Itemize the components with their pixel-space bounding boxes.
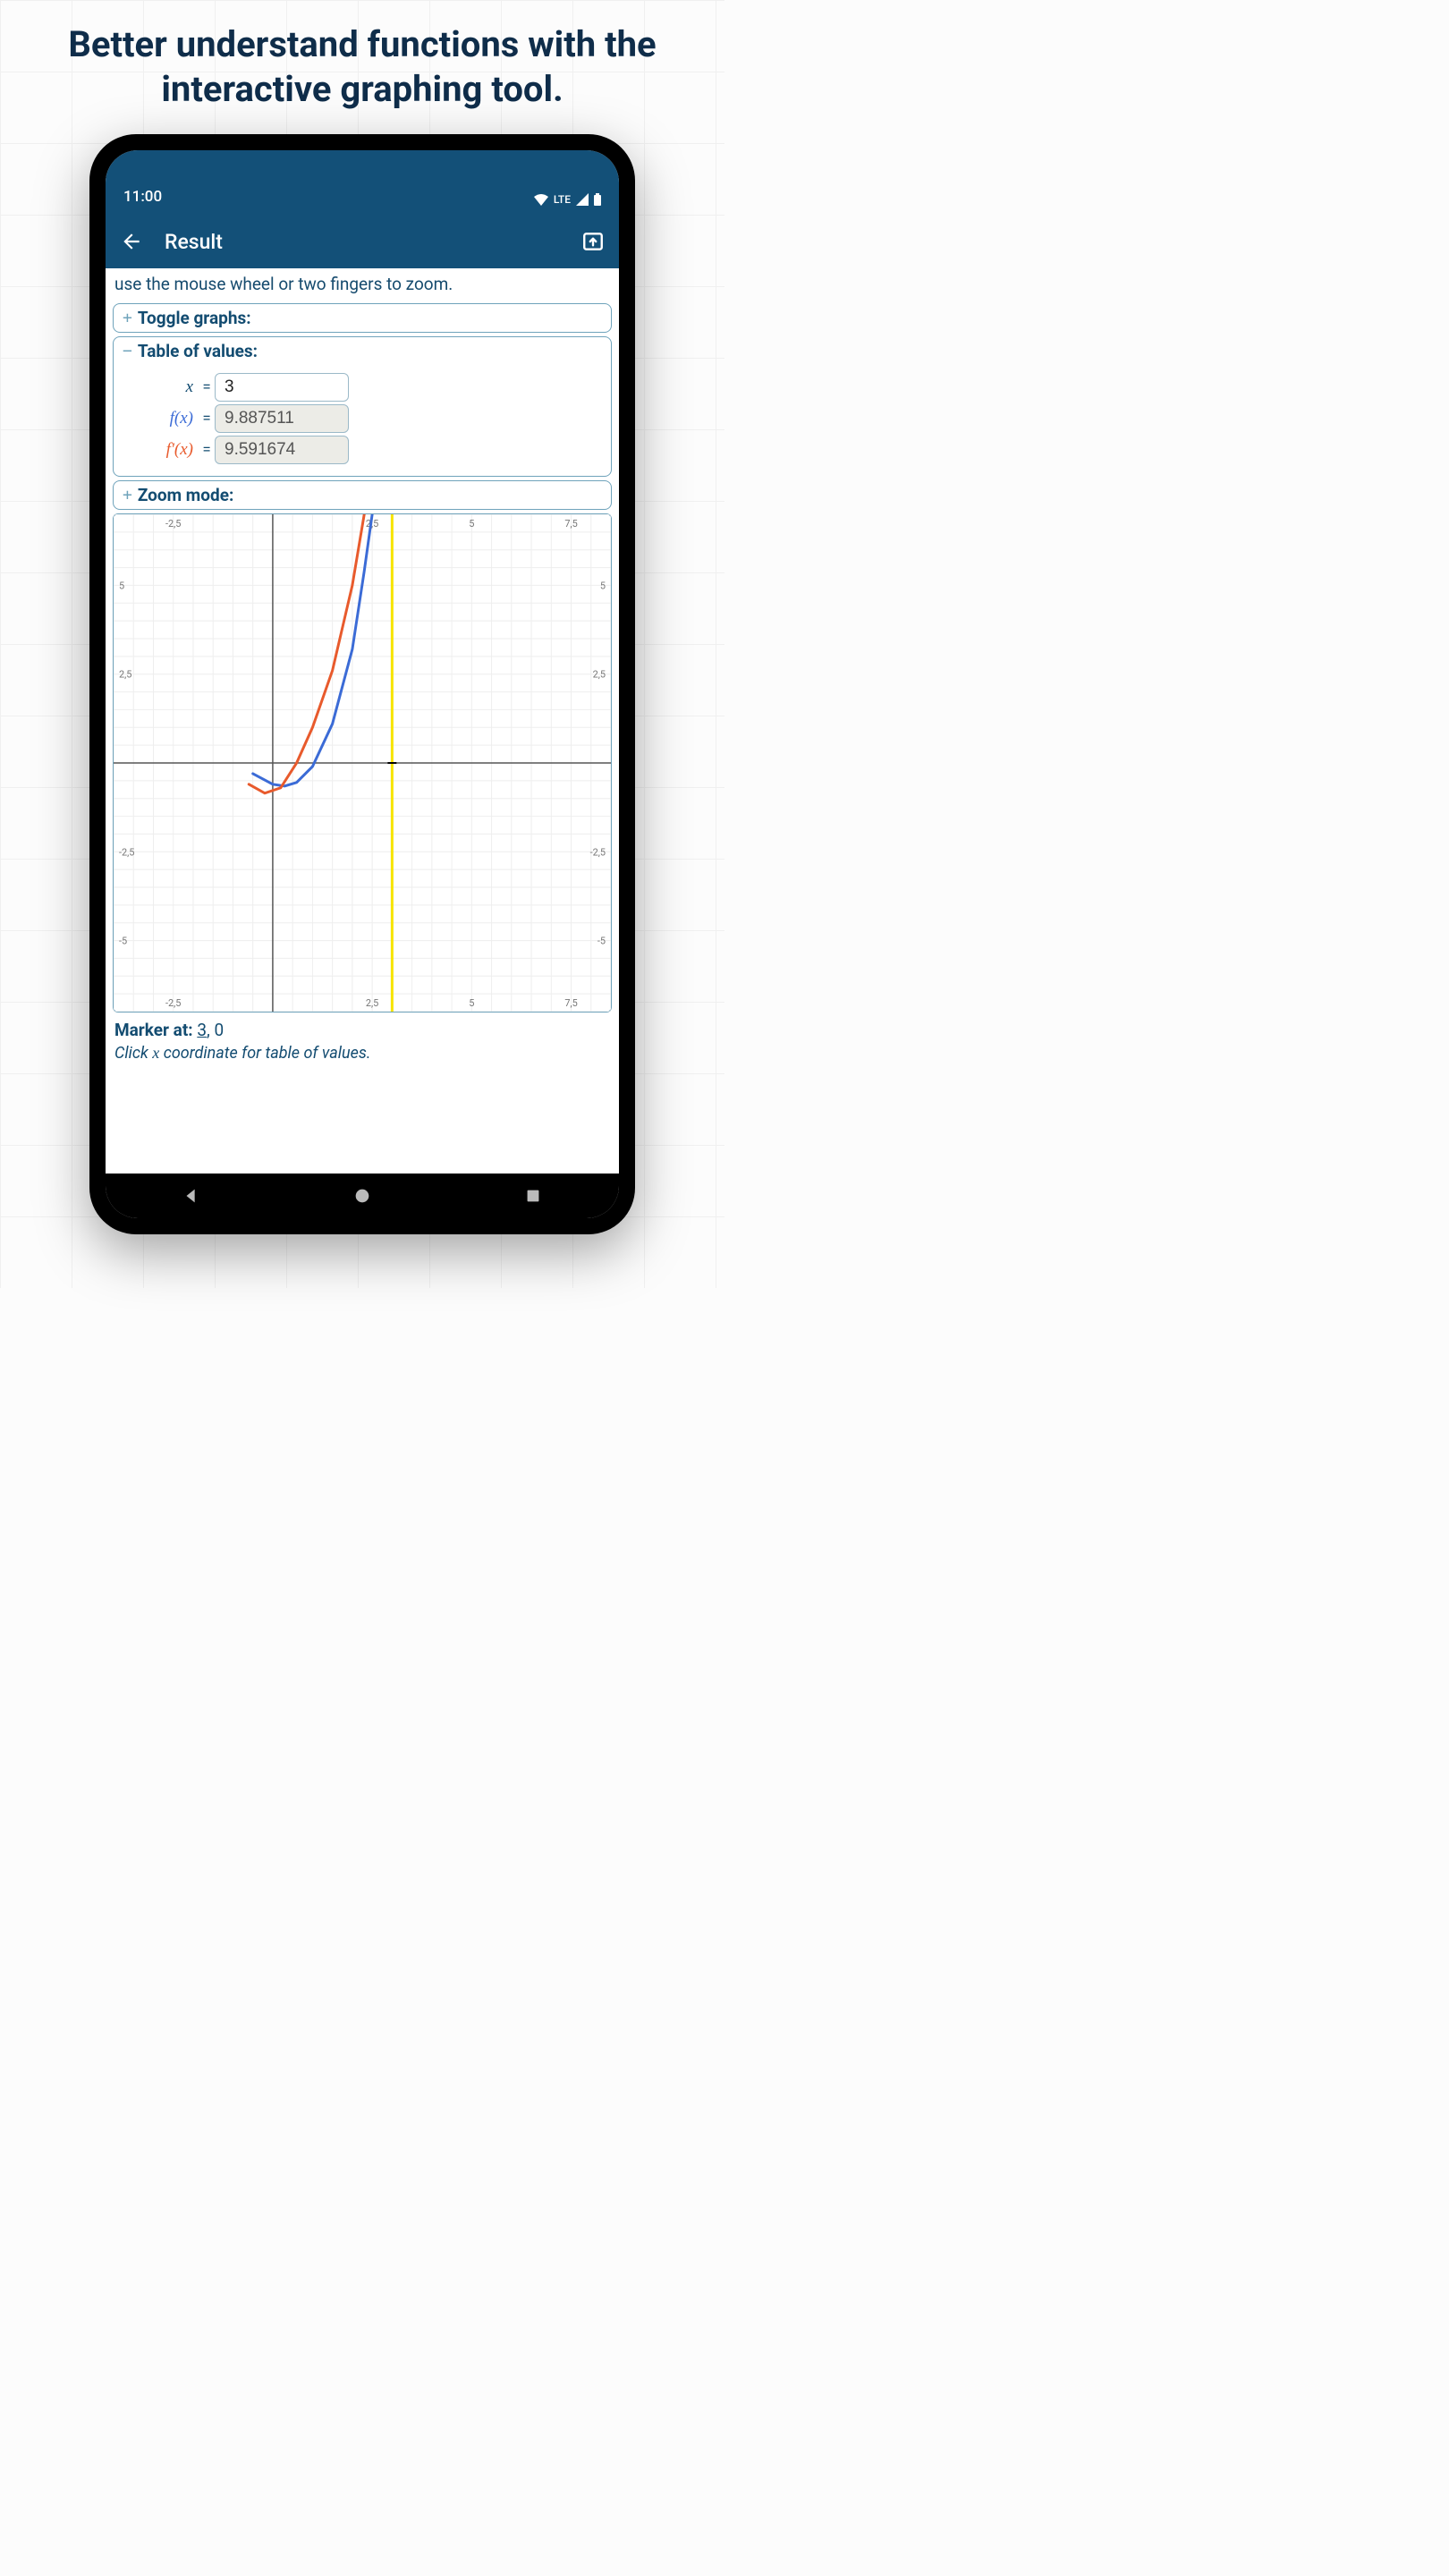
svg-text:-5: -5 bbox=[597, 936, 606, 947]
toggle-graphs-panel: + Toggle graphs: bbox=[113, 303, 612, 333]
svg-text:5: 5 bbox=[600, 580, 606, 591]
svg-text:7,5: 7,5 bbox=[564, 518, 577, 530]
fx-label: f(x) bbox=[123, 409, 199, 428]
svg-text:5: 5 bbox=[469, 997, 474, 1009]
svg-text:-2,5: -2,5 bbox=[590, 846, 606, 858]
svg-text:-5: -5 bbox=[119, 936, 127, 947]
svg-text:7,5: 7,5 bbox=[564, 997, 577, 1009]
table-row: f'(x) = bbox=[123, 436, 602, 464]
plus-icon: + bbox=[123, 309, 132, 327]
table-values-label: Table of values: bbox=[138, 341, 258, 361]
marker-hint: Click x coordinate for table of values. bbox=[106, 1044, 619, 1068]
x-input[interactable] bbox=[215, 373, 349, 402]
toggle-graphs-label: Toggle graphs: bbox=[138, 308, 251, 328]
wifi-icon bbox=[534, 193, 548, 206]
table-row: x = bbox=[123, 373, 602, 402]
status-time: 11:00 bbox=[123, 188, 162, 206]
open-in-browser-icon[interactable] bbox=[581, 230, 605, 253]
zoom-hint-text: use the mouse wheel or two fingers to zo… bbox=[106, 268, 619, 300]
toggle-graphs-header[interactable]: + Toggle graphs: bbox=[114, 304, 611, 332]
battery-icon bbox=[594, 193, 601, 206]
fprime-output bbox=[215, 436, 349, 464]
marker-x-value[interactable]: 3 bbox=[197, 1020, 207, 1040]
network-label: LTE bbox=[554, 193, 571, 206]
android-nav-bar bbox=[106, 1174, 619, 1218]
fx-output bbox=[215, 404, 349, 433]
x-label: x bbox=[123, 377, 199, 397]
table-row: f(x) = bbox=[123, 404, 602, 433]
table-values-panel: − Table of values: x = f(x) = bbox=[113, 336, 612, 477]
nav-back-icon[interactable] bbox=[182, 1186, 201, 1206]
marker-y-value: 0 bbox=[214, 1020, 224, 1040]
app-bar: Result bbox=[106, 215, 619, 268]
status-bar: 11:00 LTE bbox=[106, 150, 619, 215]
svg-text:2,5: 2,5 bbox=[119, 669, 131, 681]
svg-text:-2,5: -2,5 bbox=[119, 846, 134, 858]
nav-recent-icon[interactable] bbox=[523, 1186, 543, 1206]
signal-icon bbox=[576, 193, 589, 206]
nav-home-icon[interactable] bbox=[352, 1186, 372, 1206]
svg-text:-2,5: -2,5 bbox=[165, 518, 181, 530]
app-bar-title: Result bbox=[165, 230, 223, 254]
minus-icon: − bbox=[123, 342, 132, 360]
content-area: use the mouse wheel or two fingers to zo… bbox=[106, 268, 619, 1174]
function-plot[interactable]: -2,5-2,52,52,5557,57,5-5-5-2,5-2,52,52,5… bbox=[114, 514, 611, 1012]
plus-icon: + bbox=[123, 486, 132, 504]
zoom-mode-label: Zoom mode: bbox=[138, 485, 233, 505]
fprime-label: f'(x) bbox=[123, 440, 199, 460]
svg-text:2,5: 2,5 bbox=[593, 669, 606, 681]
svg-text:5: 5 bbox=[469, 518, 474, 530]
zoom-mode-header[interactable]: + Zoom mode: bbox=[114, 481, 611, 509]
graph-area[interactable]: -2,5-2,52,52,5557,57,5-5-5-2,5-2,52,52,5… bbox=[113, 513, 612, 1013]
zoom-mode-panel: + Zoom mode: bbox=[113, 480, 612, 510]
table-values-header[interactable]: − Table of values: bbox=[114, 337, 611, 365]
marker-info: Marker at: 3, 0 bbox=[106, 1016, 619, 1044]
svg-text:2,5: 2,5 bbox=[366, 997, 378, 1009]
promo-headline: Better understand functions with the int… bbox=[0, 0, 724, 134]
svg-text:-2,5: -2,5 bbox=[165, 997, 181, 1009]
svg-text:5: 5 bbox=[119, 580, 124, 591]
phone-frame: 11:00 LTE Result use the m bbox=[89, 134, 635, 1234]
back-arrow-icon[interactable] bbox=[120, 230, 143, 253]
